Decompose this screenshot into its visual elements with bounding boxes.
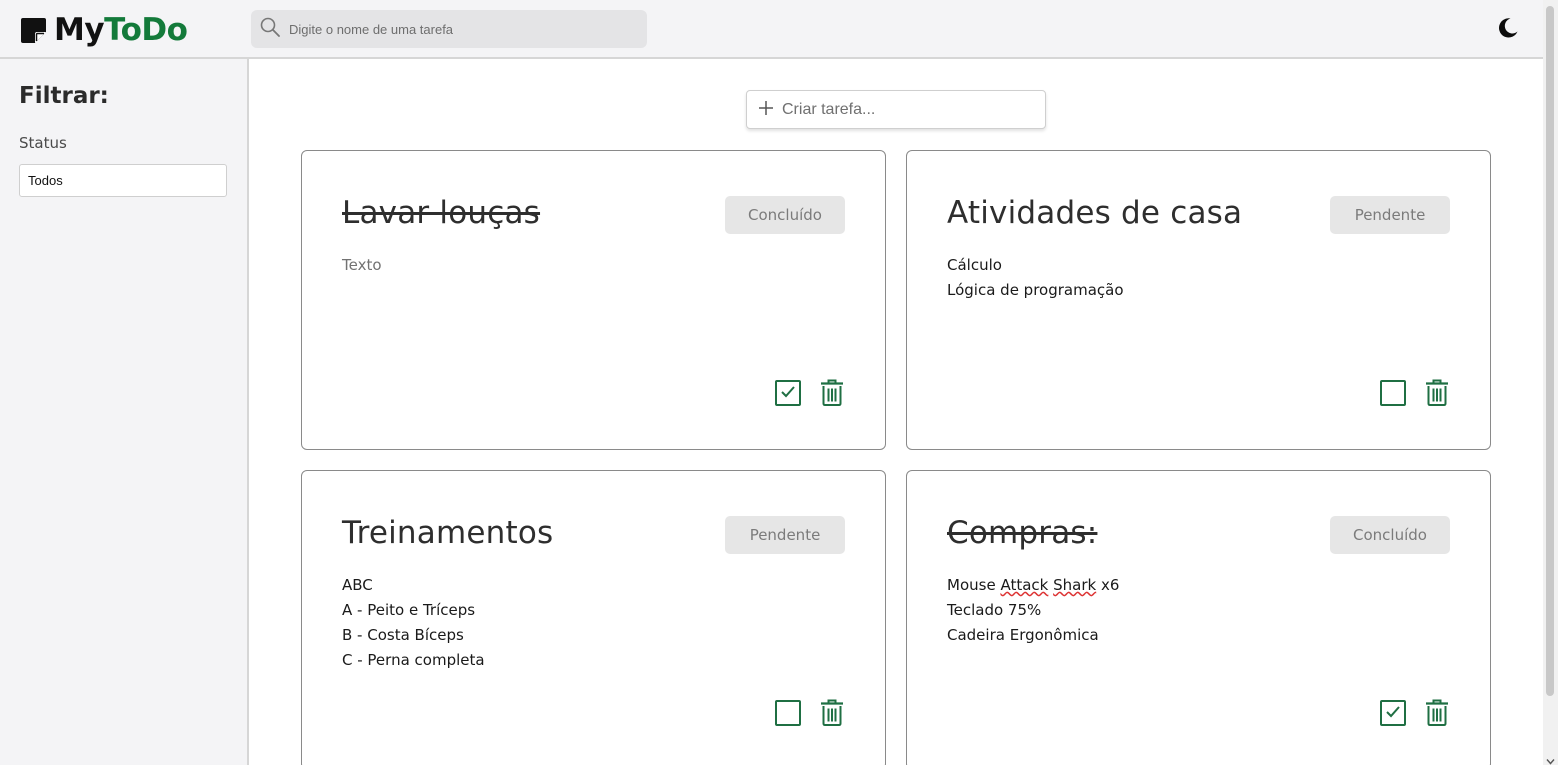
status-filter-select[interactable]: Todos [19, 164, 227, 197]
complete-checkbox[interactable] [775, 380, 801, 406]
task-line-word: Mouse [947, 576, 996, 594]
search-input[interactable] [289, 21, 629, 37]
status-badge: Pendente [725, 516, 845, 554]
scrollbar[interactable] [1543, 0, 1558, 765]
check-icon [780, 384, 796, 403]
trash-icon[interactable] [820, 379, 844, 406]
task-card: Treinamentos Pendente ABC A - Peito e Tr… [301, 470, 886, 765]
task-card: Lavar louças Concluído Texto [301, 150, 886, 450]
check-icon [1385, 704, 1401, 723]
task-line: C - Perna completa [342, 651, 485, 669]
task-description: Texto [342, 253, 382, 278]
complete-checkbox[interactable] [1380, 380, 1406, 406]
task-line-word: x6 [1100, 576, 1120, 594]
trash-icon[interactable] [1425, 699, 1449, 726]
task-line-word: Shark [1053, 576, 1097, 594]
logo-text: MyToDo [54, 12, 188, 48]
create-task-field[interactable] [746, 90, 1046, 129]
main-content: Lavar louças Concluído Texto Atividades … [249, 59, 1543, 765]
task-description: ABC A - Peito e Tríceps B - Costa Bíceps… [342, 573, 485, 673]
sticky-note-icon [20, 17, 47, 44]
scrollbar-thumb[interactable] [1546, 6, 1554, 696]
search-bar [251, 10, 647, 48]
task-title: Lavar louças [342, 195, 541, 231]
task-line: A - Peito e Tríceps [342, 601, 476, 619]
logo-text-todo: ToDo [104, 12, 188, 48]
task-line: Mouse Attack Shark x6 [947, 573, 1119, 598]
filter-title: Filtrar: [19, 83, 109, 109]
create-task-input[interactable] [782, 100, 1032, 119]
task-line: Lógica de programação [947, 281, 1124, 299]
search-icon [260, 17, 280, 41]
task-line-word: Attack [1000, 576, 1049, 594]
trash-icon[interactable] [820, 699, 844, 726]
task-line: ABC [342, 576, 373, 594]
chevron-down-icon[interactable] [1546, 751, 1555, 765]
task-line: Cálculo [947, 256, 1002, 274]
task-line: Cadeira Ergonômica [947, 626, 1099, 644]
status-badge: Pendente [1330, 196, 1450, 234]
status-badge: Concluído [1330, 516, 1450, 554]
task-description: Mouse Attack Shark x6 Teclado 75% Cadeir… [947, 573, 1119, 648]
task-line: B - Costa Bíceps [342, 626, 464, 644]
task-line: Texto [342, 256, 382, 274]
logo-text-my: My [54, 12, 105, 48]
task-card: Atividades de casa Pendente Cálculo Lógi… [906, 150, 1491, 450]
task-line: Teclado 75% [947, 601, 1042, 619]
task-title: Compras: [947, 515, 1098, 551]
sidebar: Filtrar: Status Todos [0, 59, 249, 765]
status-badge: Concluído [725, 196, 845, 234]
plus-icon [758, 100, 774, 120]
task-card: Compras: Concluído Mouse Attack Shark x6… [906, 470, 1491, 765]
task-description: Cálculo Lógica de programação [947, 253, 1124, 303]
moon-icon[interactable] [1496, 16, 1520, 40]
app-header: MyToDo [0, 0, 1543, 59]
complete-checkbox[interactable] [775, 700, 801, 726]
trash-icon[interactable] [1425, 379, 1449, 406]
status-label: Status [19, 134, 67, 152]
task-title: Treinamentos [342, 515, 554, 551]
logo[interactable]: MyToDo [20, 12, 188, 48]
complete-checkbox[interactable] [1380, 700, 1406, 726]
task-title: Atividades de casa [947, 195, 1243, 231]
